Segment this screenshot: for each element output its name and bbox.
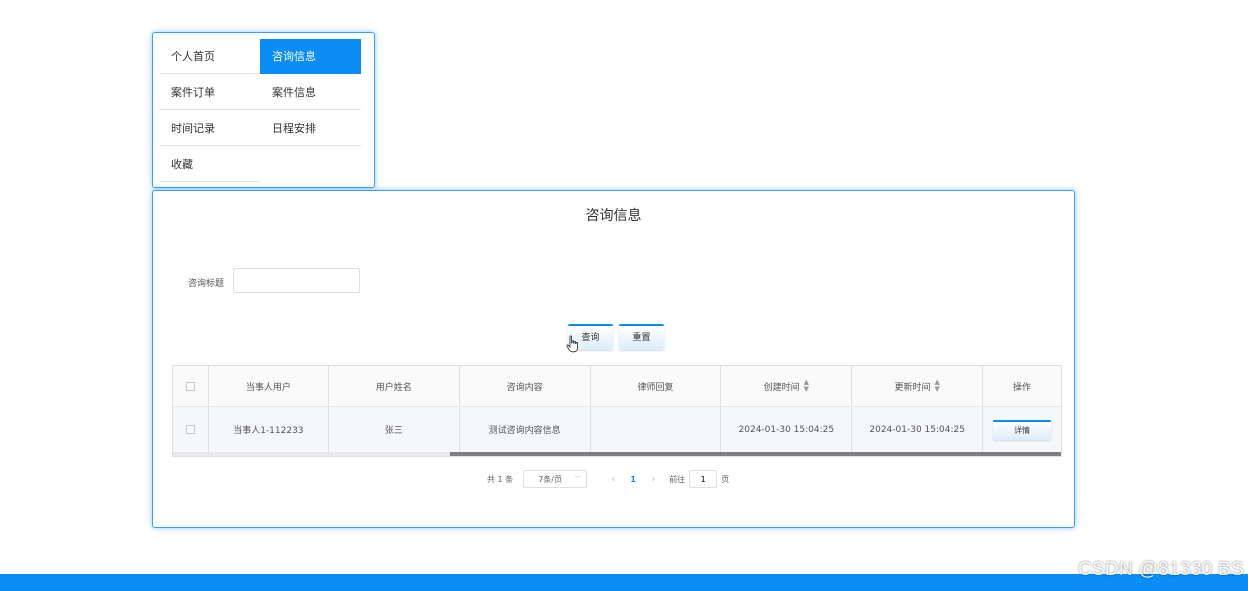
table-cell: 测试咨询内容信息 <box>459 407 591 452</box>
table-cell: 张三 <box>328 407 460 452</box>
menu-item-schedule[interactable]: 日程安排 <box>260 111 361 146</box>
filter-title-label: 咨询标题 <box>188 279 225 289</box>
nav-menu-card: 个人首页 咨询信息 案件订单 案件信息 时间记录 日程安排 收藏 <box>152 32 375 188</box>
table-cell: 2024-01-30 15:04:25 <box>721 407 853 452</box>
filter-title-input[interactable] <box>233 268 360 293</box>
watermark: CSDN @81330 BS <box>1077 559 1244 580</box>
menu-item-favorites[interactable]: 收藏 <box>159 147 260 182</box>
goto-page-input[interactable] <box>689 470 718 488</box>
row-checkbox-cell <box>173 407 209 452</box>
menu-item-time-records[interactable]: 时间记录 <box>159 111 260 146</box>
consult-table: 当事人用户 用户姓名 咨询内容 律师回复 创建时间 ▲ ▼ 更新时间 ▲ ▼ 操作 … <box>172 365 1062 457</box>
scrollbar-thumb[interactable] <box>450 452 1061 456</box>
sort-caret-icon[interactable]: ▲ ▼ <box>934 379 939 393</box>
action-cell: 详情 <box>983 407 1062 452</box>
horizontal-scrollbar[interactable] <box>173 452 1061 456</box>
table-header-row: 当事人用户 用户姓名 咨询内容 律师回复 创建时间 ▲ ▼ 更新时间 ▲ ▼ 操作 <box>173 366 1062 406</box>
next-page-icon[interactable]: › <box>641 474 665 485</box>
table-cell: 当事人1-112233 <box>208 407 329 452</box>
table-cell: 2024-01-30 15:04:25 <box>852 407 984 452</box>
menu-item-consult-info[interactable]: 咨询信息 <box>260 39 361 74</box>
detail-button[interactable]: 详情 <box>993 419 1052 440</box>
sort-caret-icon[interactable]: ▲ ▼ <box>804 379 809 393</box>
table-cell <box>590 407 722 452</box>
menu-item-case-orders[interactable]: 案件订单 <box>159 75 260 110</box>
goto-label: 前往 <box>669 474 686 484</box>
consult-info-panel: 咨询信息 咨询标题 查询 重置 当事人用户 用户姓名 咨询内容 律师回复 创建时… <box>152 190 1075 528</box>
reset-button[interactable]: 重置 <box>619 324 664 350</box>
pagination-total: 共 1 条 <box>487 474 514 484</box>
page-title: 咨询信息 <box>585 208 642 224</box>
column-header-sortable[interactable]: 更新时间 ▲ ▼ <box>852 366 984 406</box>
menu-item-home[interactable]: 个人首页 <box>159 39 260 74</box>
column-header: 当事人用户 <box>208 366 329 406</box>
column-header: 咨询内容 <box>459 366 591 406</box>
row-checkbox[interactable] <box>185 425 195 434</box>
page-size-select[interactable]: 7条/页 ﹀ <box>523 470 588 488</box>
column-header: 用户姓名 <box>328 366 460 406</box>
column-header: 操作 <box>983 366 1062 406</box>
prev-page-icon[interactable]: ‹ <box>601 474 625 485</box>
footer-bar <box>0 574 1248 591</box>
header-checkbox-cell <box>173 366 209 406</box>
column-header-label: 创建时间 <box>763 382 800 393</box>
select-all-checkbox[interactable] <box>185 381 195 391</box>
column-header-sortable[interactable]: 创建时间 ▲ ▼ <box>721 366 853 406</box>
column-header-label: 更新时间 <box>894 382 931 393</box>
pagination: 共 1 条 7条/页 ﹀ ‹ 1 › 前往 页 <box>487 469 729 489</box>
page-size-value: 7条/页 <box>538 474 562 484</box>
column-header: 律师回复 <box>590 366 722 406</box>
menu-item-case-info[interactable]: 案件信息 <box>260 75 361 110</box>
chevron-down-icon: ﹀ <box>574 475 582 483</box>
hand-cursor-icon <box>566 335 578 353</box>
table-row: 当事人1-112233 张三 测试咨询内容信息 2024-01-30 15:04… <box>173 406 1062 452</box>
goto-suffix: 页 <box>721 474 730 484</box>
page-number[interactable]: 1 <box>625 475 641 484</box>
